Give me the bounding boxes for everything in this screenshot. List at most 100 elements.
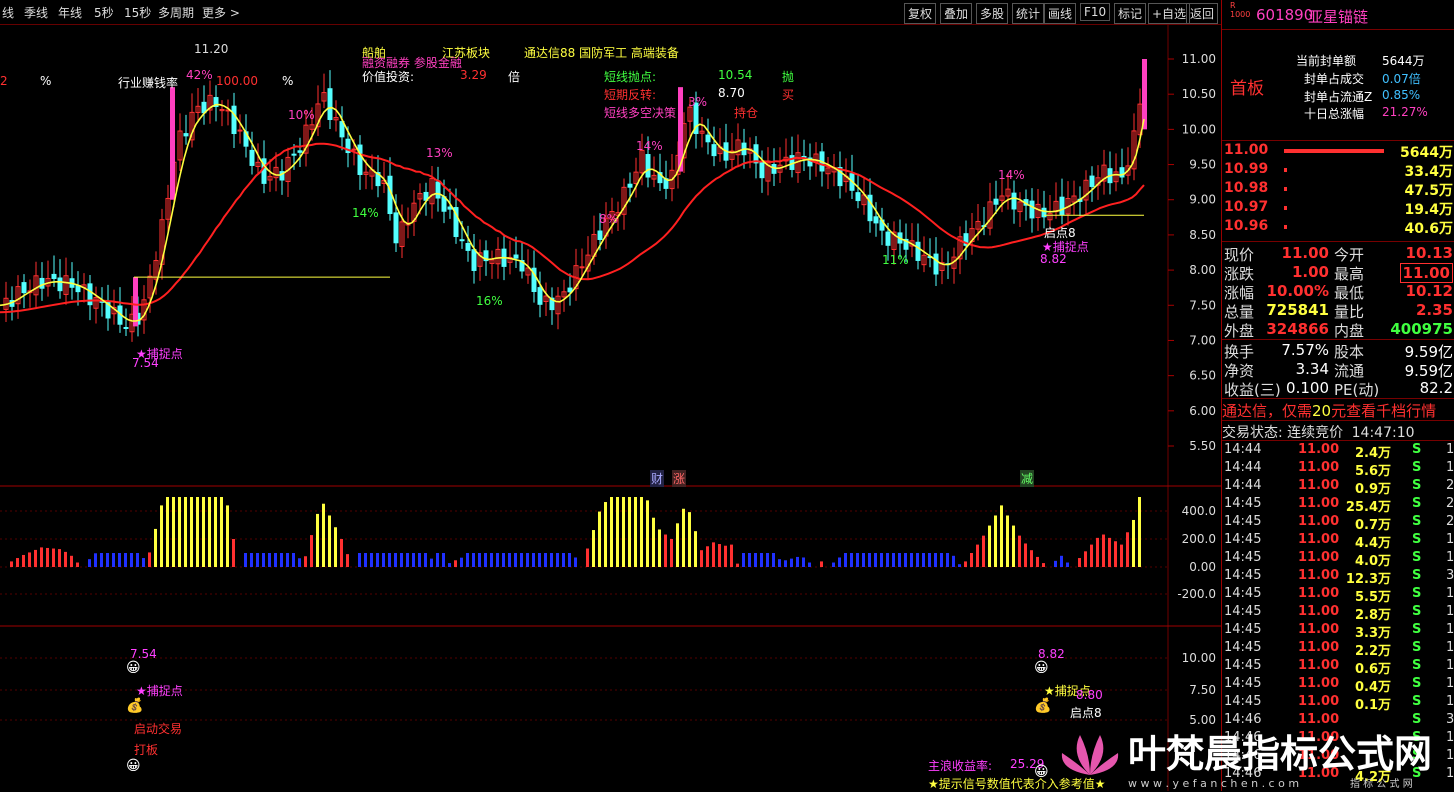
- tick-volume: 3.3万: [1354, 626, 1391, 641]
- macd-bar: [808, 562, 811, 567]
- draw-line-button[interactable]: 画线: [1044, 3, 1077, 24]
- ad-text[interactable]: 通达信，仅需20元查看千档行情: [1222, 400, 1436, 421]
- tick-side: S: [1412, 550, 1422, 565]
- macd-bar: [232, 539, 235, 567]
- menu-item-period-weekly[interactable]: 线: [2, 4, 14, 21]
- macd-bar: [64, 551, 67, 567]
- trade-status-time: 14:47:10: [1351, 425, 1415, 441]
- mark-button[interactable]: 标记: [1114, 3, 1147, 24]
- menu-item-yearly[interactable]: 年线: [58, 4, 82, 21]
- money-bag-icon: 💰: [1034, 698, 1052, 714]
- watermark-title: 叶梵晨指标公式网: [1128, 732, 1432, 776]
- candle-body: [933, 253, 939, 275]
- price-axis-label: 5.50: [1189, 439, 1216, 453]
- macd-histogram: [10, 497, 1141, 567]
- macd-bar: [478, 553, 481, 567]
- tick-price: 11.00: [1298, 586, 1340, 601]
- industry-profit-pct2: %: [282, 74, 294, 88]
- candle-body: [579, 266, 585, 269]
- macd-bar: [952, 555, 955, 567]
- ad-text-pre: 通达信，仅需: [1222, 402, 1313, 420]
- macd-bar: [940, 553, 943, 567]
- add-watchlist-button[interactable]: +自选: [1148, 3, 1191, 24]
- info-label: 十日总涨幅: [1304, 107, 1365, 121]
- short-sell-tag: 抛: [782, 70, 795, 84]
- finance-mark: 财: [650, 470, 665, 487]
- bid-volume-bar: [1284, 225, 1287, 229]
- macd-bar: [10, 561, 13, 567]
- macd-bar: [766, 553, 769, 567]
- tick-price: 11.00: [1298, 604, 1340, 619]
- macd-bar: [718, 544, 721, 567]
- info-value: 5644万: [1382, 54, 1425, 68]
- menu-item-quarterly[interactable]: 季线: [24, 4, 48, 21]
- tick-count: 2: [1446, 496, 1454, 511]
- left-edge-pct: %: [40, 74, 52, 88]
- pct-label-10: 10%: [288, 108, 315, 122]
- candle-body: [855, 192, 861, 202]
- quote-label: 内盘: [1334, 322, 1365, 340]
- statistics-button[interactable]: 统计: [1012, 3, 1045, 24]
- macd-bar: [142, 558, 145, 567]
- macd-bar: [334, 527, 337, 567]
- macd-bar: [688, 512, 691, 567]
- f10-button[interactable]: F10: [1080, 3, 1111, 21]
- bid-price: 10.99: [1224, 161, 1269, 177]
- bid-volume-bar: [1284, 149, 1384, 153]
- menu-item-multi-period[interactable]: 多周期: [158, 4, 194, 21]
- macd-bar: [112, 553, 115, 567]
- short-sell-value: 10.54: [718, 68, 753, 82]
- top-toolbar: 线 季线 年线 5秒 15秒 多周期 更多 > 复权 叠加 多股 统计 画线 F…: [0, 0, 1221, 25]
- tick-side: S: [1412, 514, 1422, 529]
- candle-body: [1089, 175, 1095, 187]
- tick-price: 11.00: [1298, 460, 1340, 475]
- tick-volume: 4.0万: [1354, 554, 1391, 569]
- candle-body: [459, 239, 465, 242]
- macd-bar: [250, 553, 253, 567]
- first-board-label: 首板: [1230, 79, 1264, 99]
- tick-price: 11.00: [1298, 694, 1340, 709]
- bid-price: 10.97: [1224, 199, 1269, 215]
- macd-bar: [70, 555, 73, 567]
- macd-bar: [94, 553, 97, 567]
- macd-bar: [712, 542, 715, 567]
- macd-bar: [118, 553, 121, 567]
- tick-volume: 12.3万: [1345, 572, 1391, 587]
- menu-item-5s[interactable]: 5秒: [94, 4, 114, 21]
- tick-time: 14:45: [1224, 622, 1262, 637]
- macd-bar: [526, 553, 529, 567]
- macd-bar: [538, 553, 541, 567]
- macd-bar: [646, 500, 649, 567]
- multi-stock-button[interactable]: 多股: [976, 3, 1009, 24]
- quote-value: 10.00%: [1266, 282, 1329, 300]
- tick-count: 1: [1446, 694, 1454, 709]
- menu-item-more[interactable]: 更多 >: [202, 4, 240, 21]
- macd-bar: [130, 553, 133, 567]
- menu-item-15s[interactable]: 15秒: [124, 4, 151, 21]
- macd-bar: [328, 515, 331, 567]
- candle-body: [123, 327, 129, 330]
- back-button[interactable]: 返回: [1186, 3, 1219, 24]
- macd-bar: [544, 553, 547, 567]
- macd-bar: [292, 553, 295, 567]
- industry-profit-label: 行业赚钱率: [118, 76, 179, 90]
- tick-row: 14:45 11.00 0.7万 S 2: [1222, 514, 1454, 533]
- value-invest-unit: 倍: [508, 70, 521, 84]
- restore-rights-button[interactable]: 复权: [904, 3, 937, 24]
- fundamental-value: 82.2: [1419, 379, 1453, 397]
- candle-body: [21, 282, 27, 294]
- macd-bar: [982, 535, 985, 567]
- macd-bar: [1036, 556, 1039, 567]
- macd-bar: [676, 523, 679, 567]
- price-axis-label: 8.50: [1189, 228, 1216, 242]
- overlay-button[interactable]: 叠加: [940, 3, 973, 24]
- macd-bar: [916, 553, 919, 567]
- macd-bar: [574, 557, 577, 567]
- stock-code[interactable]: 601890: [1256, 6, 1313, 24]
- tick-row: 14:45 11.00 4.4万 S 1: [1222, 532, 1454, 551]
- macd-bar: [886, 553, 889, 567]
- stock-name[interactable]: 亚星锚链: [1308, 6, 1368, 27]
- candle-body: [1011, 192, 1017, 210]
- quote-value: 10.12: [1405, 282, 1453, 300]
- bid-volume: 33.4万: [1404, 164, 1453, 180]
